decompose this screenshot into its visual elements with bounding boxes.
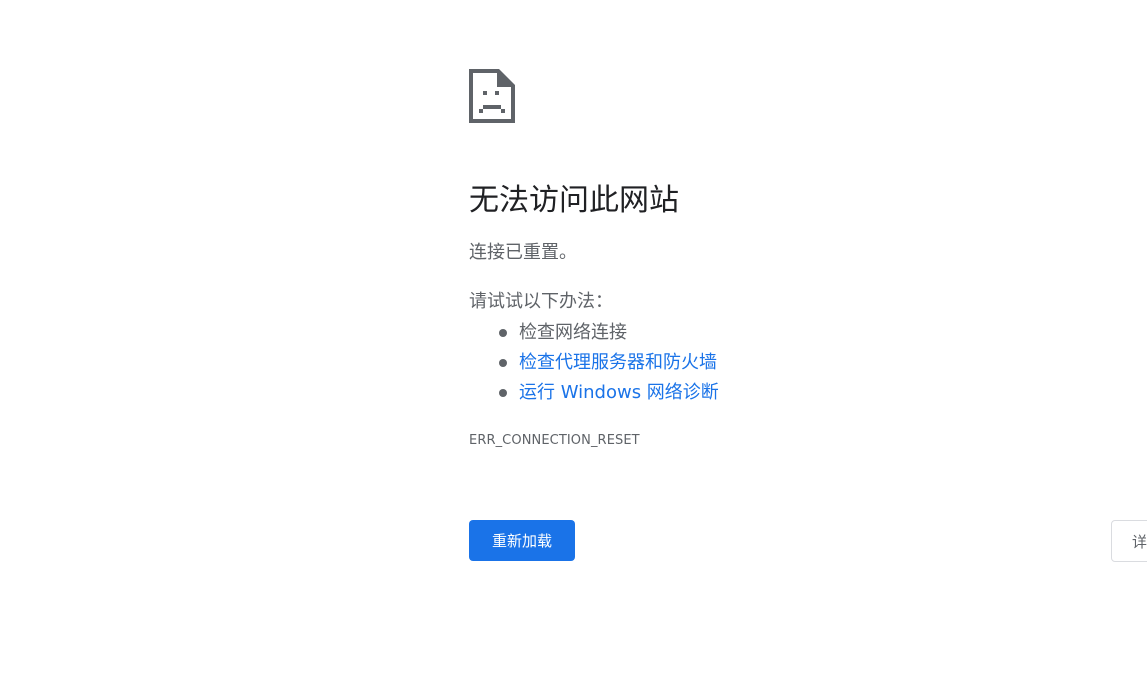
bullet-icon — [499, 359, 507, 367]
suggestion-check-proxy[interactable]: 检查代理服务器和防火墙 — [469, 348, 719, 378]
check-proxy-link[interactable]: 检查代理服务器和防火墙 — [519, 352, 717, 373]
suggestion-label: 检查网络连接 — [519, 322, 627, 343]
error-description: 连接已重置。 — [469, 242, 577, 263]
suggestions-heading: 请试试以下办法： — [469, 291, 613, 312]
error-page: 无法访问此网站 连接已重置。 请试试以下办法： 检查网络连接 检查代理服务器和防… — [0, 0, 1147, 682]
bullet-icon — [499, 329, 507, 337]
details-button[interactable]: 详 — [1111, 520, 1147, 562]
suggestion-run-diagnostics[interactable]: 运行 Windows 网络诊断 — [469, 378, 719, 408]
suggestions-list: 检查网络连接 检查代理服务器和防火墙 运行 Windows 网络诊断 — [469, 318, 719, 408]
sad-document-icon — [469, 69, 515, 123]
page-title: 无法访问此网站 — [469, 183, 679, 218]
bullet-icon — [499, 389, 507, 397]
reload-button[interactable]: 重新加载 — [469, 520, 575, 561]
suggestion-check-network: 检查网络连接 — [469, 318, 719, 348]
run-diagnostics-link[interactable]: 运行 Windows 网络诊断 — [519, 382, 719, 403]
error-code: ERR_CONNECTION_RESET — [469, 433, 640, 448]
